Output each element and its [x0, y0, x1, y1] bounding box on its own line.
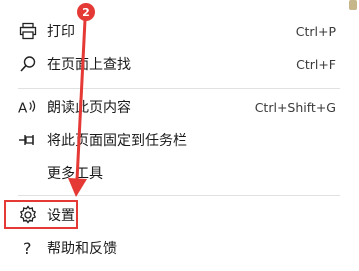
menu-item-label: 打印: [47, 24, 75, 40]
help-icon: ?: [18, 238, 38, 258]
menu-item-label: 朗读此页内容: [47, 100, 131, 116]
menu-item-pin-to-taskbar[interactable]: 将此页面固定到任务栏: [0, 124, 340, 156]
menu-item-shortcut: Ctrl+P: [295, 23, 336, 39]
scrollbar-thumb[interactable]: [349, 0, 357, 10]
menu-item-label: 帮助和反馈: [47, 241, 117, 257]
menu-item-print[interactable]: 打印 Ctrl+P: [0, 15, 340, 47]
settings-highlight-annotation: [4, 200, 78, 229]
menu-item-label: 在页面上查找: [47, 57, 131, 73]
search-icon: [18, 54, 38, 74]
menu-item-find-on-page[interactable]: 在页面上查找 Ctrl+F: [0, 48, 340, 80]
menu-item-label: 更多工具: [47, 166, 103, 182]
svg-text:A: A: [18, 100, 28, 116]
menu-item-shortcut: Ctrl+F: [296, 56, 336, 72]
menu-divider: [18, 195, 340, 196]
context-menu: 打印 Ctrl+P 在页面上查找 Ctrl+F A 朗读此页内容 Ctrl+Sh…: [0, 0, 359, 271]
menu-item-shortcut: Ctrl+Shift+G: [254, 99, 336, 115]
print-icon: [18, 21, 38, 41]
menu-item-help-feedback[interactable]: ? 帮助和反馈: [0, 232, 340, 264]
menu-item-read-aloud[interactable]: A 朗读此页内容 Ctrl+Shift+G: [0, 91, 340, 123]
menu-item-more-tools[interactable]: 更多工具: [0, 157, 340, 189]
svg-text:?: ?: [23, 239, 32, 257]
read-aloud-icon: A: [18, 97, 38, 117]
menu-item-label: 将此页面固定到任务栏: [47, 133, 187, 149]
menu-divider: [18, 88, 340, 89]
pin-icon: [18, 130, 38, 150]
